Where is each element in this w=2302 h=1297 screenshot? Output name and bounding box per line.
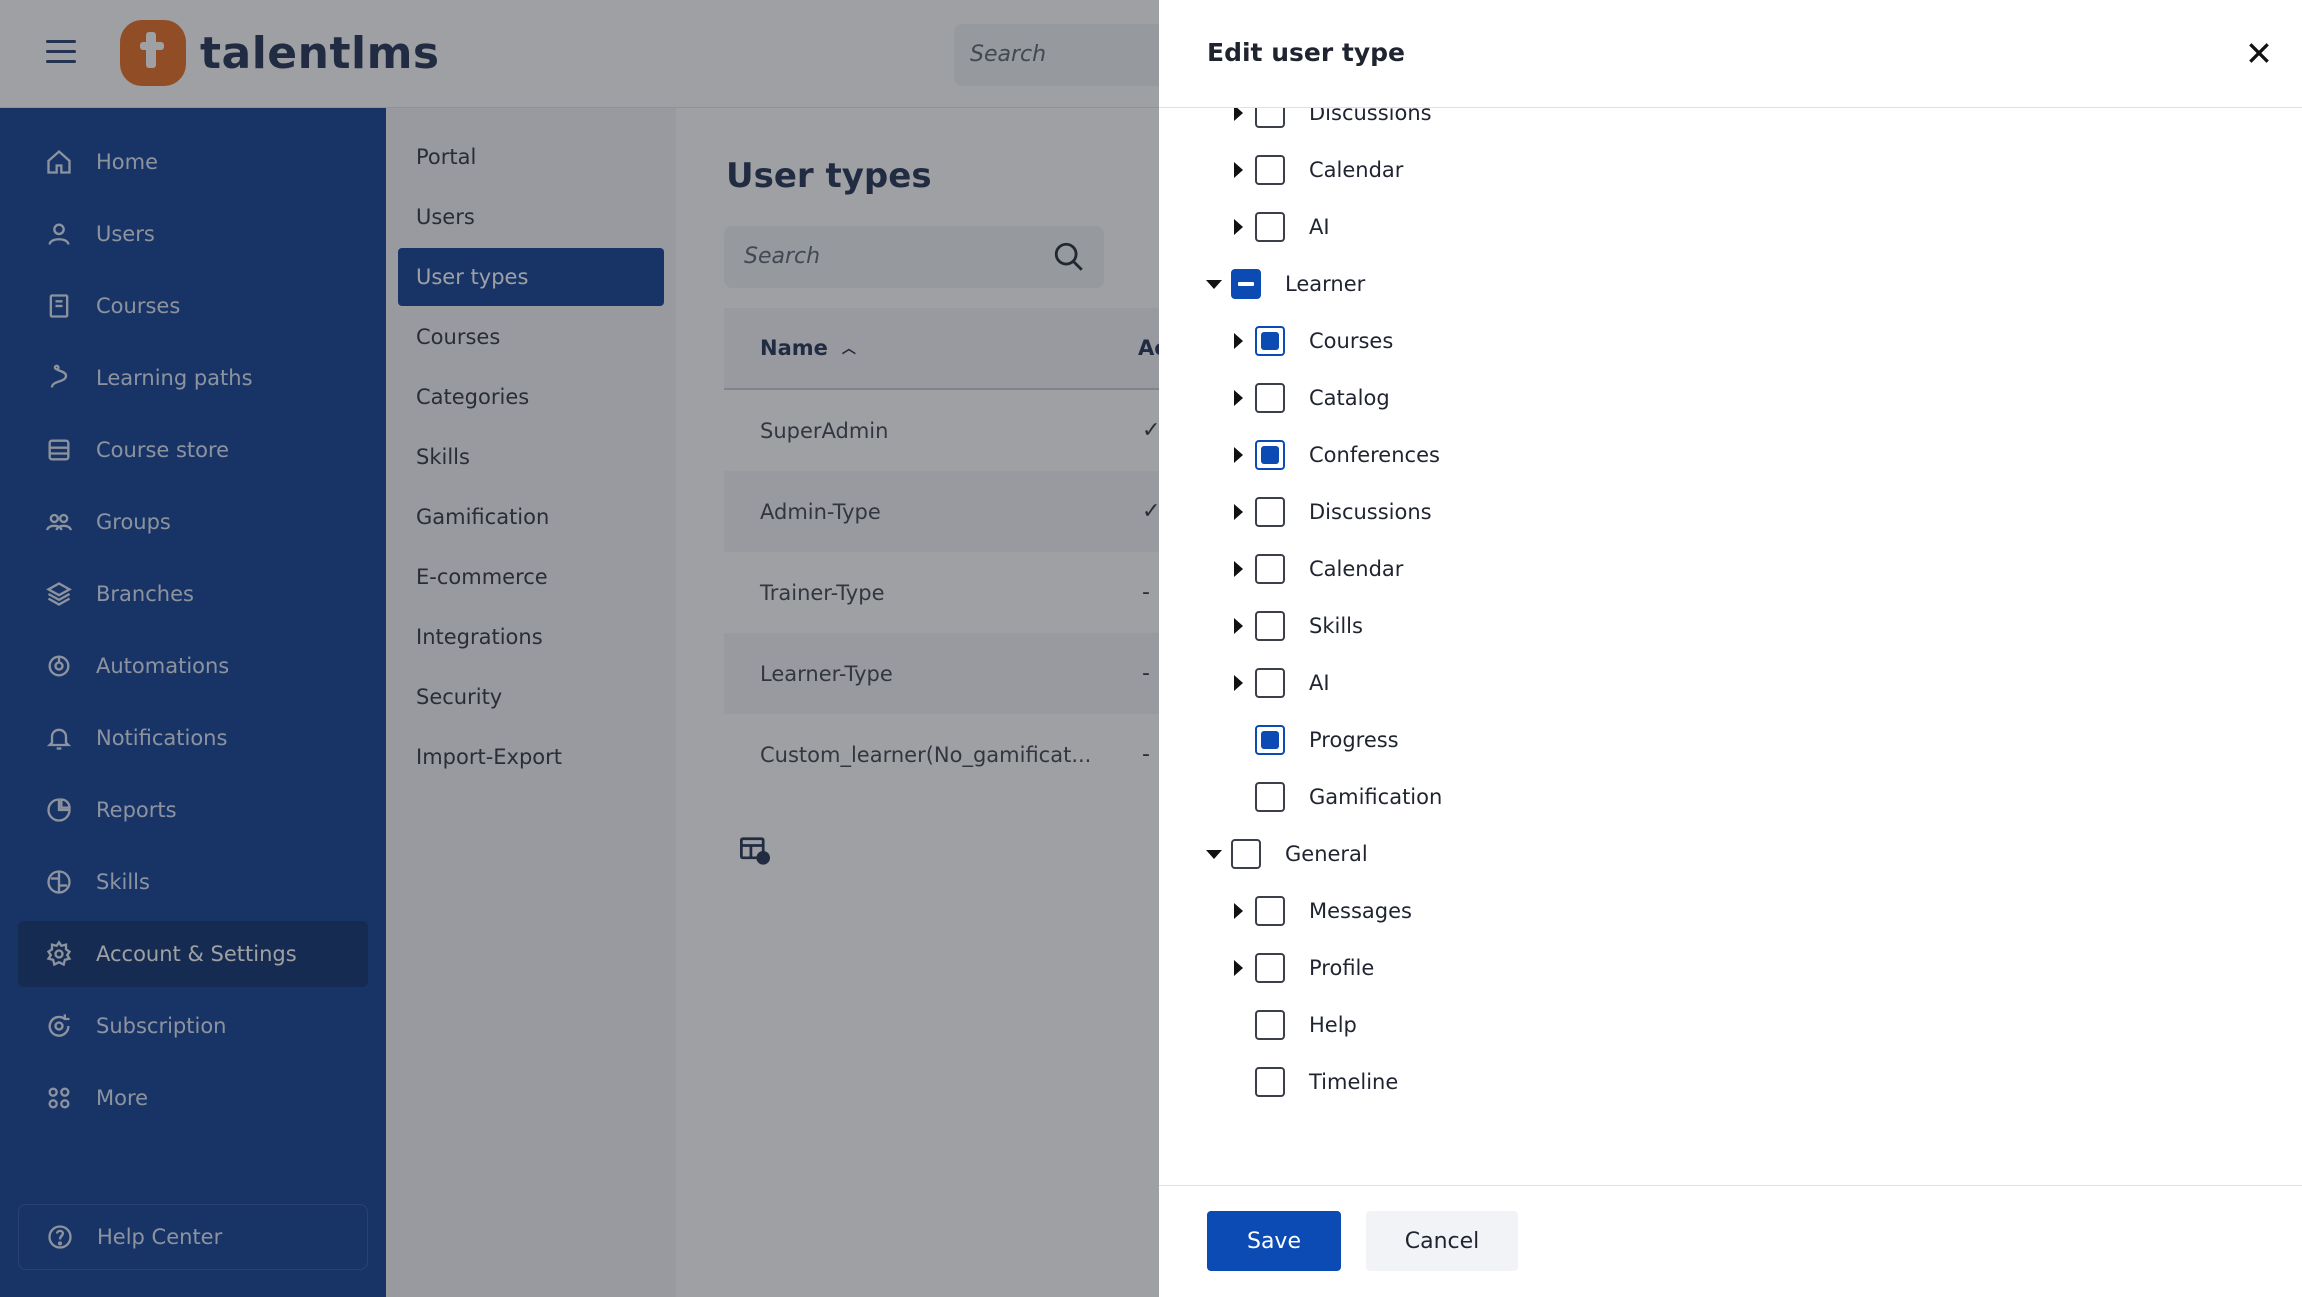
permission-row-courses: Courses: [1229, 321, 1393, 361]
caret-right-icon[interactable]: [1229, 332, 1247, 350]
permission-label: Courses: [1309, 329, 1394, 353]
permission-checkbox[interactable]: [1255, 611, 1285, 641]
permission-row-conferences: Conferences: [1229, 435, 1440, 475]
permission-row-ai: AI: [1229, 663, 1330, 703]
permission-row-messages: Messages: [1229, 891, 1412, 931]
permission-label: Help: [1309, 1013, 1357, 1037]
permission-checkbox[interactable]: [1255, 896, 1285, 926]
permission-checkbox[interactable]: [1255, 108, 1285, 128]
drawer-title: Edit user type: [1207, 38, 1405, 67]
caret-right-icon[interactable]: [1229, 446, 1247, 464]
permission-row-learner: Learner: [1205, 264, 1365, 304]
modal-overlay[interactable]: [0, 0, 1159, 1297]
caret-right-icon[interactable]: [1229, 218, 1247, 236]
permission-row-ai: AI: [1229, 207, 1330, 247]
permission-label: Profile: [1309, 956, 1375, 980]
permission-row-discussions: Discussions: [1229, 108, 1432, 133]
permission-label: Learner: [1285, 272, 1366, 296]
caret-right-icon[interactable]: [1229, 902, 1247, 920]
permission-label: AI: [1309, 215, 1330, 239]
permission-label: Calendar: [1309, 158, 1404, 182]
drawer-footer: Save Cancel: [1159, 1185, 2302, 1297]
permission-row-discussions: Discussions: [1229, 492, 1432, 532]
permission-checkbox[interactable]: [1231, 839, 1261, 869]
permission-label: Discussions: [1309, 108, 1432, 125]
permission-checkbox[interactable]: [1255, 725, 1285, 755]
drawer-header: Edit user type: [1159, 0, 2302, 108]
caret-right-icon[interactable]: [1229, 959, 1247, 977]
permission-row-skills: Skills: [1229, 606, 1363, 646]
cancel-button[interactable]: Cancel: [1366, 1211, 1518, 1271]
caret-down-icon[interactable]: [1205, 275, 1223, 293]
permission-label: Messages: [1309, 899, 1412, 923]
permissions-tree: Discussions Calendar AI Learner Courses Catal…: [1159, 108, 2302, 1185]
edit-user-type-drawer: Edit user type Discussions Calendar AI Lear…: [1159, 0, 2302, 1297]
caret-right-icon[interactable]: [1229, 161, 1247, 179]
caret-down-icon[interactable]: [1205, 845, 1223, 863]
permission-label: Conferences: [1309, 443, 1440, 467]
permission-label: Skills: [1309, 614, 1363, 638]
permission-label: Catalog: [1309, 386, 1390, 410]
permission-label: Timeline: [1309, 1070, 1399, 1094]
caret-right-icon[interactable]: [1229, 617, 1247, 635]
permission-checkbox[interactable]: [1255, 953, 1285, 983]
permission-row-calendar: Calendar: [1229, 150, 1403, 190]
permission-label: AI: [1309, 671, 1330, 695]
permission-checkbox[interactable]: [1255, 212, 1285, 242]
permission-row-gamification: Gamification: [1229, 777, 1442, 817]
permission-label: Discussions: [1309, 500, 1432, 524]
caret-right-icon[interactable]: [1229, 108, 1247, 122]
permission-row-calendar: Calendar: [1229, 549, 1403, 589]
permission-checkbox[interactable]: [1255, 383, 1285, 413]
permission-label: General: [1285, 842, 1368, 866]
permission-checkbox[interactable]: [1255, 668, 1285, 698]
permission-label: Gamification: [1309, 785, 1443, 809]
caret-right-icon[interactable]: [1229, 674, 1247, 692]
caret-right-icon[interactable]: [1229, 503, 1247, 521]
close-icon[interactable]: [2242, 36, 2276, 70]
permission-label: Calendar: [1309, 557, 1404, 581]
permission-checkbox[interactable]: [1255, 155, 1285, 185]
permission-row-progress: Progress: [1229, 720, 1399, 760]
permission-row-profile: Profile: [1229, 948, 1374, 988]
permission-row-general: General: [1205, 834, 1368, 874]
permission-checkbox[interactable]: [1255, 326, 1285, 356]
save-button[interactable]: Save: [1207, 1211, 1341, 1271]
permission-checkbox[interactable]: [1255, 554, 1285, 584]
permission-checkbox[interactable]: [1255, 440, 1285, 470]
permission-label: Progress: [1309, 728, 1399, 752]
permission-row-timeline: Timeline: [1229, 1062, 1398, 1102]
permission-checkbox[interactable]: [1231, 269, 1261, 299]
caret-right-icon[interactable]: [1229, 560, 1247, 578]
permission-checkbox[interactable]: [1255, 1067, 1285, 1097]
permission-checkbox[interactable]: [1255, 1010, 1285, 1040]
permission-row-catalog: Catalog: [1229, 378, 1390, 418]
caret-right-icon[interactable]: [1229, 389, 1247, 407]
permission-row-help: Help: [1229, 1005, 1357, 1045]
permission-checkbox[interactable]: [1255, 782, 1285, 812]
permission-checkbox[interactable]: [1255, 497, 1285, 527]
